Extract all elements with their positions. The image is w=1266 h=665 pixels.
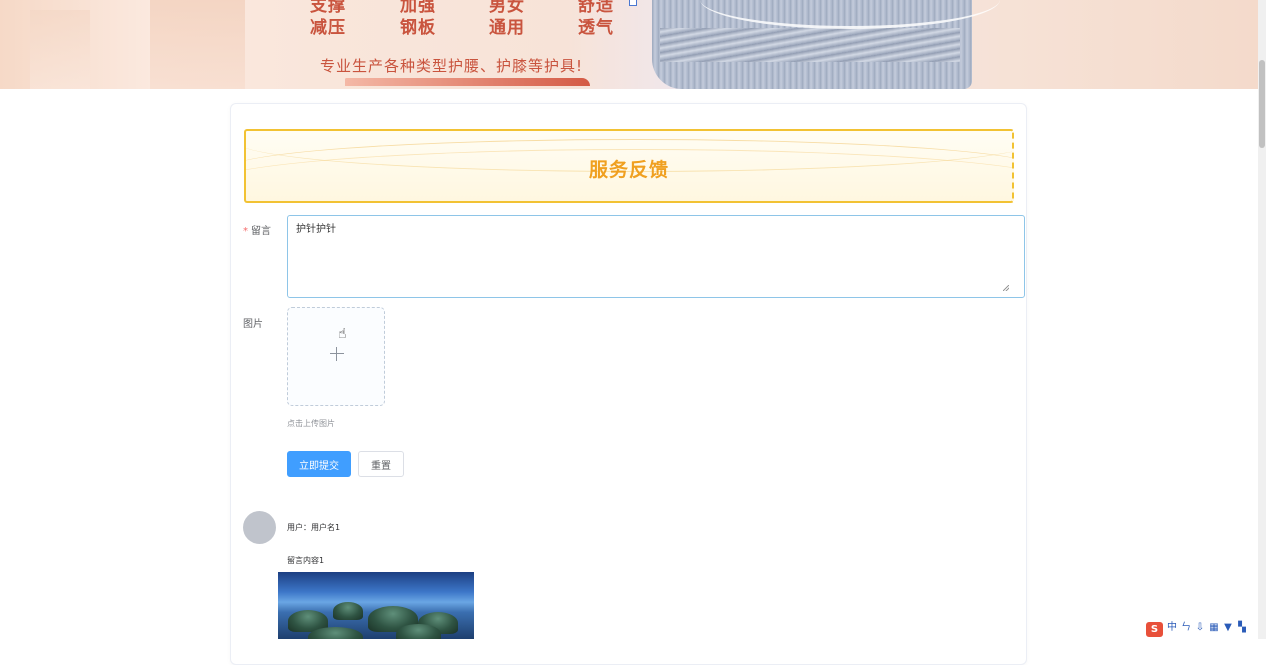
selection-marker <box>629 0 637 6</box>
scrollbar-thumb[interactable] <box>1259 60 1265 148</box>
section-header: 服务反馈 <box>244 129 1014 203</box>
section-title: 服务反馈 <box>588 159 669 181</box>
system-tray: S 中 ㄣ ⇩ ▦ ▼ ▚ <box>1146 622 1247 639</box>
chinese-mode-icon[interactable]: 中 <box>1167 622 1177 634</box>
plus-icon <box>330 353 344 354</box>
comment-image[interactable] <box>278 572 474 639</box>
reset-button[interactable]: 重置 <box>358 451 404 477</box>
avatar <box>243 511 276 544</box>
banner-decoration <box>150 0 245 89</box>
upload-tip: 点击上传图片 <box>287 419 335 428</box>
grid-menu-icon[interactable]: ▚ <box>1237 622 1247 634</box>
required-asterisk: * <box>243 226 248 237</box>
image-label: 图片 <box>243 319 263 330</box>
hand-pointer-cursor-icon: ☝ <box>338 326 347 342</box>
comment-username: 用户：用户名1 <box>287 523 341 532</box>
slogan-underline <box>345 78 590 86</box>
product-image-band <box>660 28 960 62</box>
vertical-scrollbar[interactable] <box>1258 0 1266 639</box>
image-rock <box>333 602 363 620</box>
image-rock <box>308 627 363 639</box>
message-label-text: 留言 <box>251 226 271 237</box>
punctuation-icon[interactable]: ㄣ <box>1181 622 1191 634</box>
skin-icon[interactable]: ▼ <box>1223 622 1233 634</box>
download-icon[interactable]: ⇩ <box>1195 622 1205 634</box>
textarea-resize-handle[interactable] <box>1003 285 1009 291</box>
banner-feature: 钢板 <box>400 18 436 38</box>
image-rock <box>396 624 441 639</box>
keyboard-icon[interactable]: ▦ <box>1209 622 1219 634</box>
top-banner: 支撑 加强 男女 舒适 减压 钢板 通用 透气 专业生产各种类型护腰、护膝等护具… <box>0 0 1258 89</box>
banner-feature: 透气 <box>578 18 614 38</box>
banner-feature: 减压 <box>310 18 346 38</box>
plus-icon <box>336 347 337 361</box>
message-label: * 留言 <box>243 222 271 237</box>
comment-content: 留言内容1 <box>287 556 325 565</box>
submit-button[interactable]: 立即提交 <box>287 451 351 477</box>
message-textarea[interactable] <box>287 215 1025 298</box>
banner-decoration <box>30 10 90 89</box>
banner-slogan: 专业生产各种类型护腰、护膝等护具! <box>320 57 584 75</box>
banner-feature: 通用 <box>489 18 525 38</box>
input-method-logo-icon[interactable]: S <box>1146 622 1163 637</box>
image-upload-box[interactable] <box>287 307 385 406</box>
